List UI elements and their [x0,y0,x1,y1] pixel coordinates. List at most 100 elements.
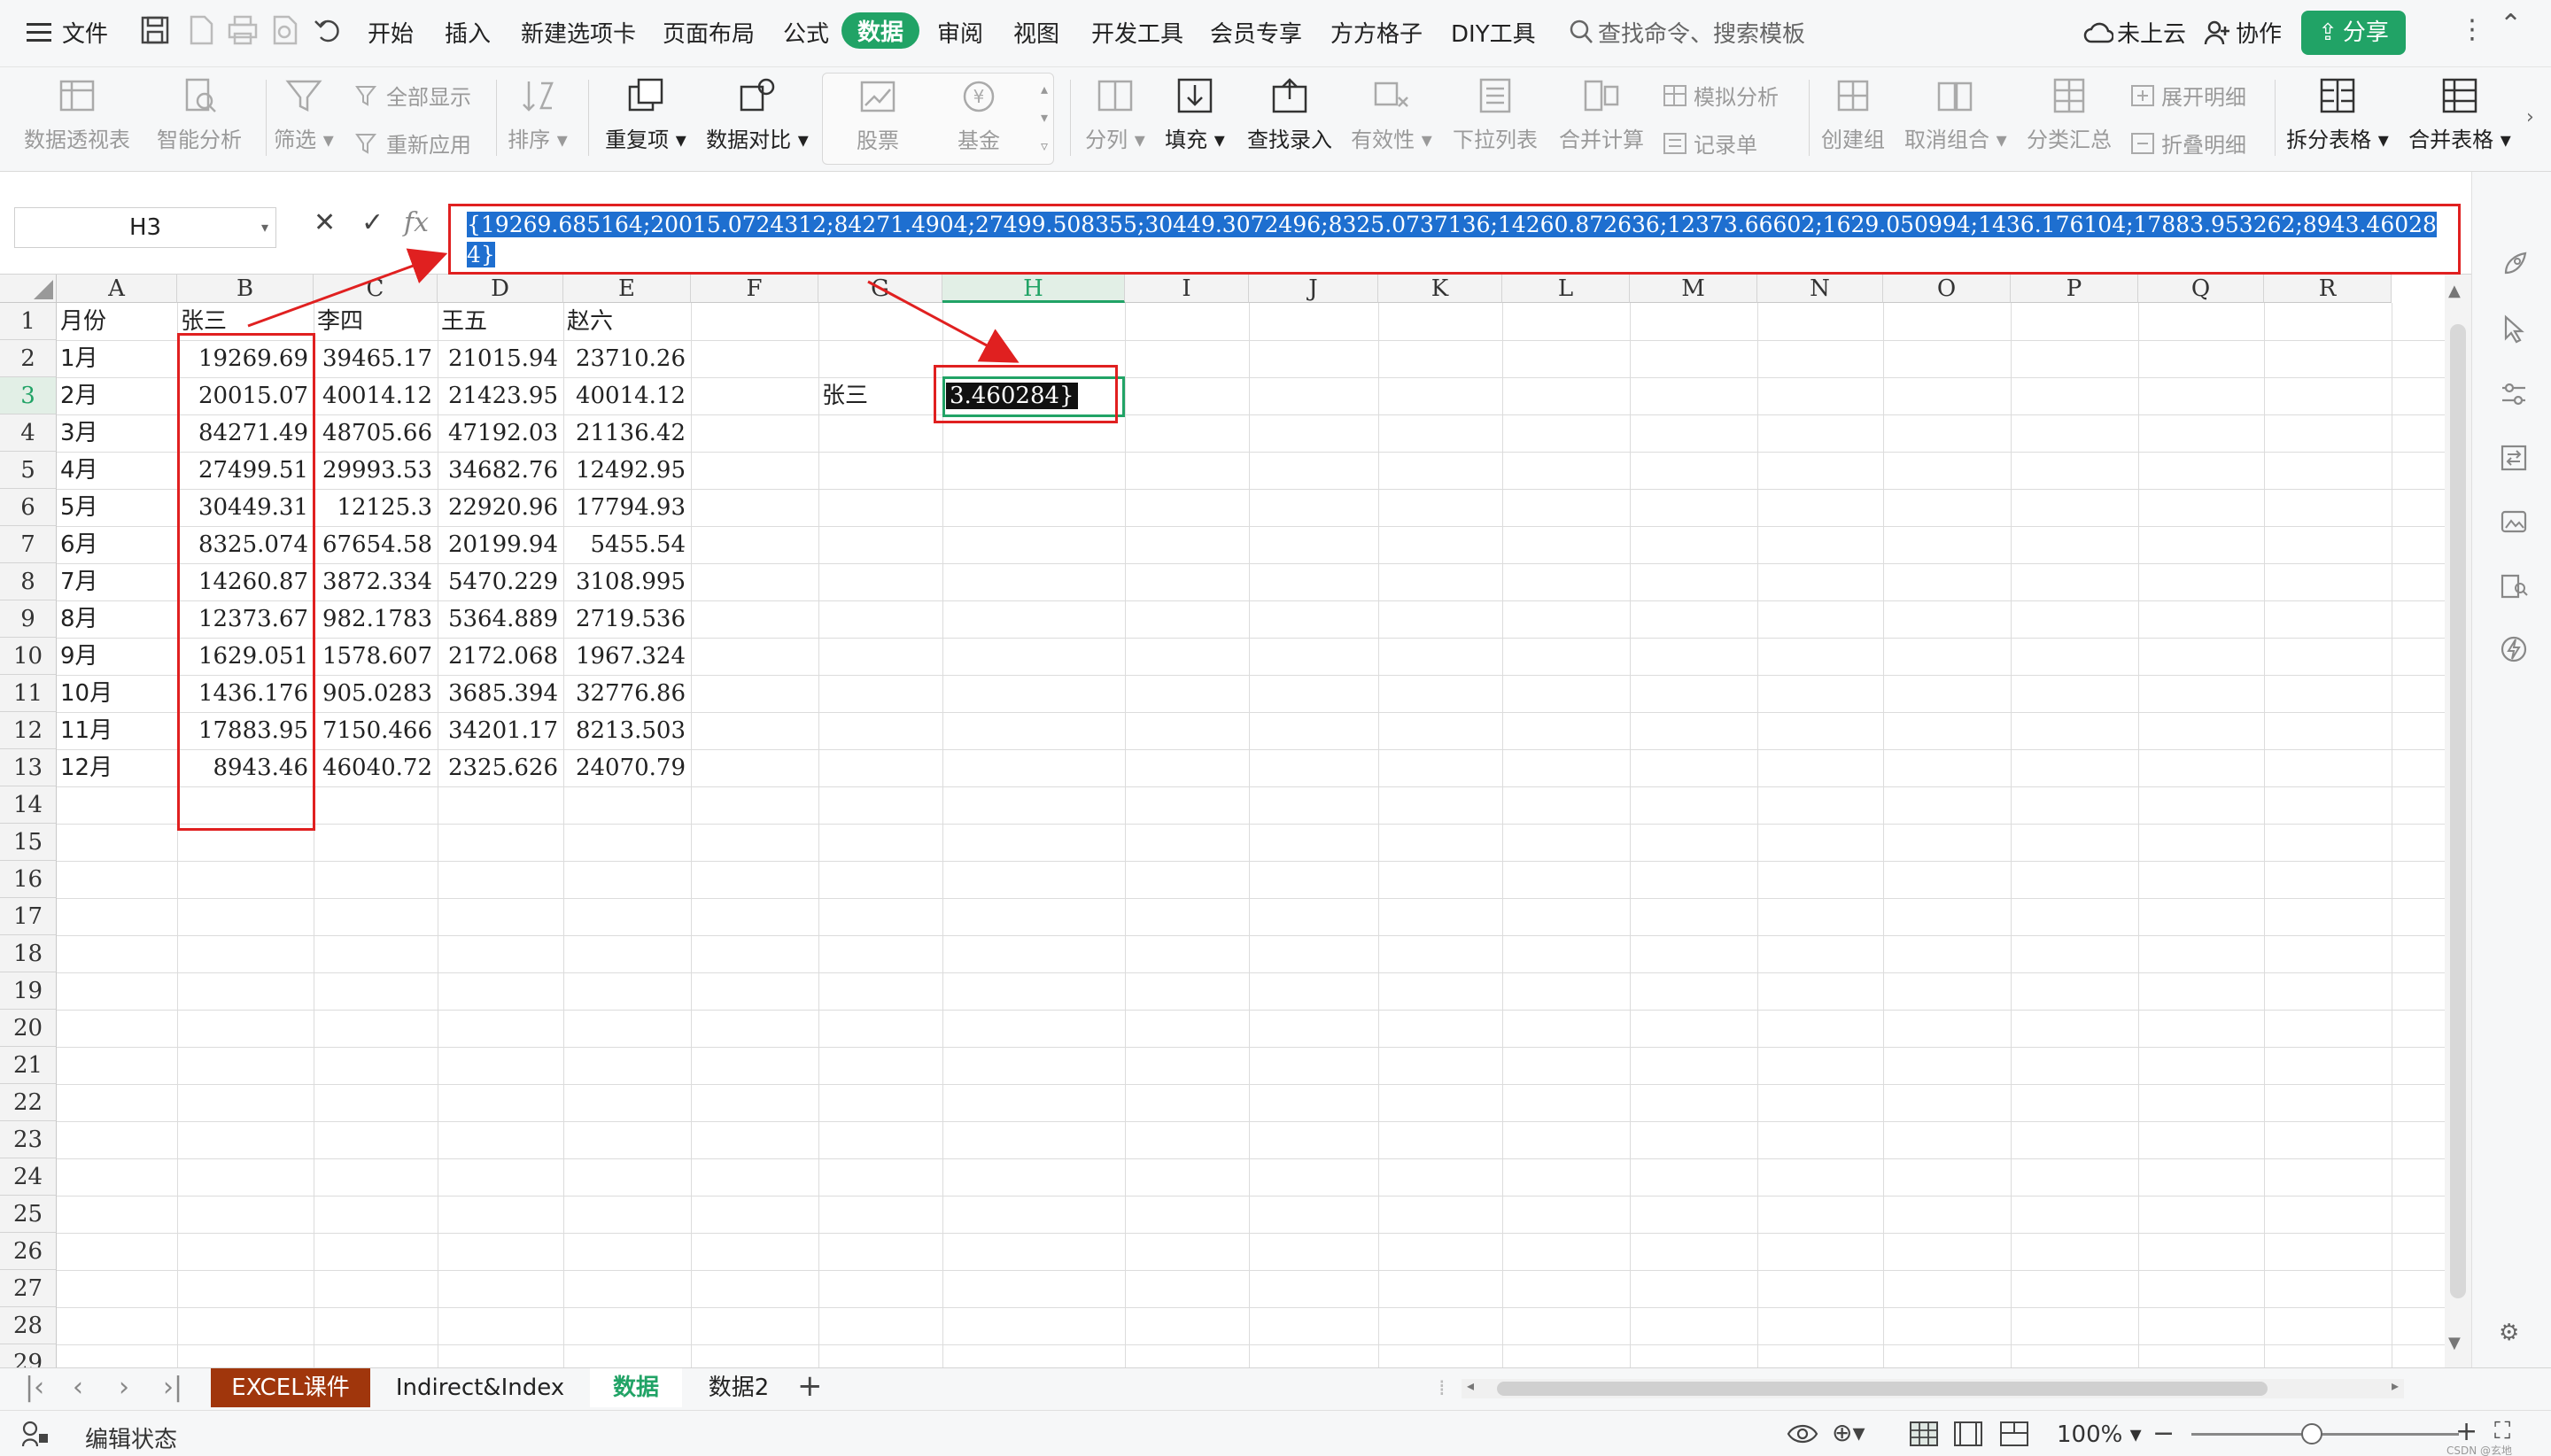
cell-a11[interactable]: 10月 [57,675,177,712]
cell-c10[interactable]: 1578.607 [314,638,438,675]
cancel-edit-icon[interactable]: ✕ [314,207,336,238]
name-box[interactable]: H3 ▾ [14,207,276,248]
cell-a9[interactable]: 8月 [57,600,177,638]
row-header-7[interactable]: 7 [0,526,57,563]
cell-d13[interactable]: 2325.626 [438,749,563,786]
sheet-tab-indirect-index[interactable]: Indirect&Index [383,1368,578,1407]
cell-e8[interactable]: 3108.995 [563,563,691,600]
row-header-5[interactable]: 5 [0,452,57,489]
cell-e3[interactable]: 40014.12 [563,377,691,414]
cell-a4[interactable]: 3月 [57,414,177,452]
cell-d2[interactable]: 21015.94 [438,340,563,377]
column-header-o[interactable]: O [1883,275,2011,303]
macro-record-icon[interactable] [19,1420,50,1452]
formula-input-highlight[interactable]: {19269.685164;20015.0724312;84271.4904;2… [448,204,2461,275]
horizontal-scrollbar[interactable]: ◂ ▸ [1462,1377,2404,1398]
cell-d3[interactable]: 21423.95 [438,377,563,414]
ungroup-button[interactable]: 取消组合 ▾ [1904,74,2007,153]
save-icon[interactable] [140,14,172,50]
spreadsheet-grid[interactable]: ABCDEFGHIJKLMNOPQR 1 2 3 4 5 6 7 8 9 10 11 12 13 14 15… [0,275,2445,1367]
select-all-corner[interactable] [0,275,57,303]
cell-d8[interactable]: 5470.229 [438,563,563,600]
column-header-e[interactable]: E [563,275,691,303]
eye-protection-icon[interactable] [1786,1420,1819,1452]
show-all-button[interactable]: 全部显示 [354,80,471,111]
column-header-q[interactable]: Q [2138,275,2264,303]
tab-data[interactable]: 数据 [841,12,920,49]
cell-d10[interactable]: 2172.068 [438,638,563,675]
column-header-a[interactable]: A [57,275,177,303]
split-handle-icon[interactable]: ⁞ [1438,1375,1446,1400]
row-header-27[interactable]: 27 [0,1270,57,1307]
cell-d6[interactable]: 22920.96 [438,489,563,526]
first-sheet-icon[interactable]: |‹ [25,1372,44,1403]
column-header-l[interactable]: L [1502,275,1630,303]
header-cell-a1[interactable]: 月份 [57,303,177,340]
header-cell-e1[interactable]: 赵六 [563,303,691,340]
cell-d12[interactable]: 34201.17 [438,712,563,749]
cell-e13[interactable]: 24070.79 [563,749,691,786]
more-menu-icon[interactable]: ⋮ [2459,14,2485,45]
column-header-f[interactable]: F [691,275,818,303]
select-pointer-icon[interactable] [2499,314,2529,347]
row-header-22[interactable]: 22 [0,1084,57,1121]
cloud-status[interactable]: 未上云 [2117,16,2186,49]
row-header-15[interactable]: 15 [0,824,57,861]
lookup-entry-button[interactable]: 查找录入 [1244,74,1336,153]
collab-icon[interactable] [2204,19,2232,46]
column-header-n[interactable]: N [1757,275,1883,303]
panel-settings-icon[interactable]: ⚙ [2499,1320,2519,1346]
command-search-input[interactable]: 查找命令、搜索模板 [1598,16,1805,49]
filter-button[interactable]: 筛选 ▾ [273,74,335,153]
row-header-10[interactable]: 10 [0,638,57,675]
cell-a5[interactable]: 4月 [57,452,177,489]
cell-a8[interactable]: 7月 [57,563,177,600]
header-cell-c1[interactable]: 李四 [314,303,438,340]
image-edit-icon[interactable] [2499,507,2529,540]
hamburger-icon[interactable] [27,21,53,43]
cell-c13[interactable]: 46040.72 [314,749,438,786]
name-box-dropdown-icon[interactable]: ▾ [261,208,268,247]
cell-c4[interactable]: 48705.66 [314,414,438,452]
row-header-29[interactable]: 29 [0,1344,57,1367]
sort-button[interactable]: 排序 ▾ [507,74,569,153]
row-header-19[interactable]: 19 [0,972,57,1010]
collab-button[interactable]: 协作 [2236,16,2282,49]
cell-c11[interactable]: 905.0283 [314,675,438,712]
collapse-detail-button[interactable]: 折叠明细 [2129,128,2246,159]
page-layout-view-icon[interactable] [1952,1420,1984,1452]
cloud-icon[interactable] [2083,19,2114,46]
zoom-slider[interactable] [2191,1433,2459,1436]
prev-sheet-icon[interactable]: ‹ [73,1372,83,1403]
cell-e11[interactable]: 32776.86 [563,675,691,712]
more-tabs-chevron-icon[interactable]: › [1518,19,1525,41]
row-header-11[interactable]: 11 [0,675,57,712]
column-header-i[interactable]: I [1125,275,1249,303]
row-header-8[interactable]: 8 [0,563,57,600]
duplicates-button[interactable]: 重复项 ▾ [604,74,687,153]
tab-review[interactable]: 审阅 [937,16,983,49]
cell-e2[interactable]: 23710.26 [563,340,691,377]
pivot-table-button[interactable]: 数据透视表 [19,74,135,153]
horizontal-scroll-thumb[interactable] [1497,1382,2268,1396]
column-header-d[interactable]: D [438,275,563,303]
column-header-r[interactable]: R [2264,275,2392,303]
row-header-13[interactable]: 13 [0,749,57,786]
normal-view-icon[interactable] [1908,1420,1940,1452]
column-header-m[interactable]: M [1630,275,1757,303]
column-header-h[interactable]: H [942,275,1125,303]
split-column-button[interactable]: 分列 ▾ [1082,74,1148,153]
data-compare-button[interactable]: 数据对比 ▾ [705,74,810,153]
tab-new-tab[interactable]: 新建选项卡 [521,16,636,49]
confirm-edit-icon[interactable]: ✓ [361,207,384,238]
cell-e4[interactable]: 21136.42 [563,414,691,452]
cell-c9[interactable]: 982.1783 [314,600,438,638]
row-header-4[interactable]: 4 [0,414,57,452]
cell-c3[interactable]: 40014.12 [314,377,438,414]
tab-member[interactable]: 会员专享 [1210,16,1302,49]
transfer-icon[interactable] [2499,443,2529,476]
tab-formulas[interactable]: 公式 [783,16,829,49]
column-header-k[interactable]: K [1378,275,1502,303]
add-sheet-icon[interactable]: + [797,1368,823,1404]
cell-a6[interactable]: 5月 [57,489,177,526]
